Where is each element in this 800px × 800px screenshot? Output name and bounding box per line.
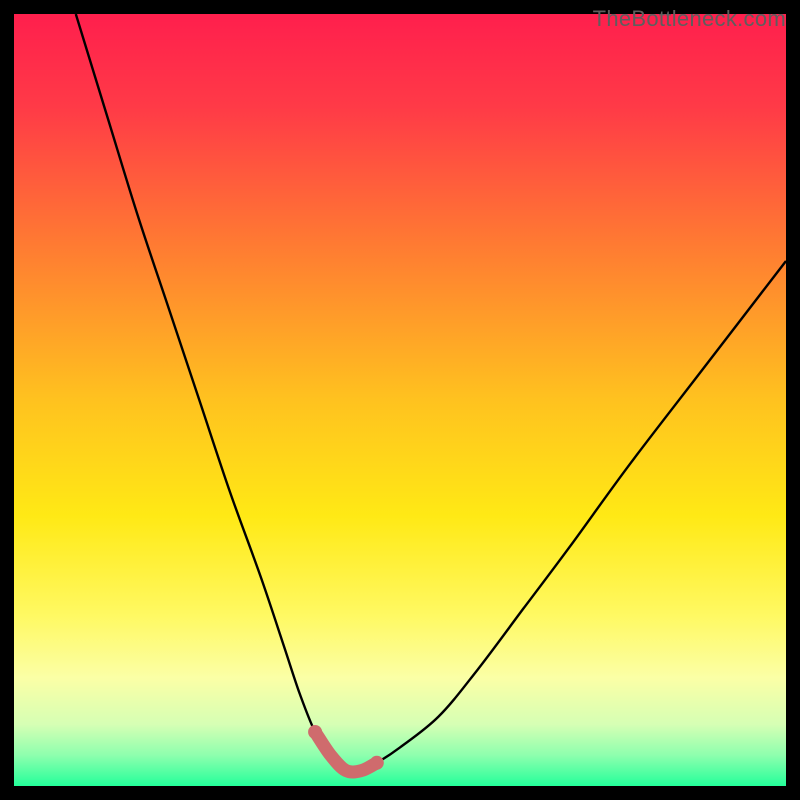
watermark-text: TheBottleneck.com xyxy=(593,6,786,32)
chart-stage: TheBottleneck.com xyxy=(0,0,800,800)
heat-gradient-rect xyxy=(14,14,786,786)
plot-area xyxy=(14,14,786,786)
chart-svg xyxy=(14,14,786,786)
